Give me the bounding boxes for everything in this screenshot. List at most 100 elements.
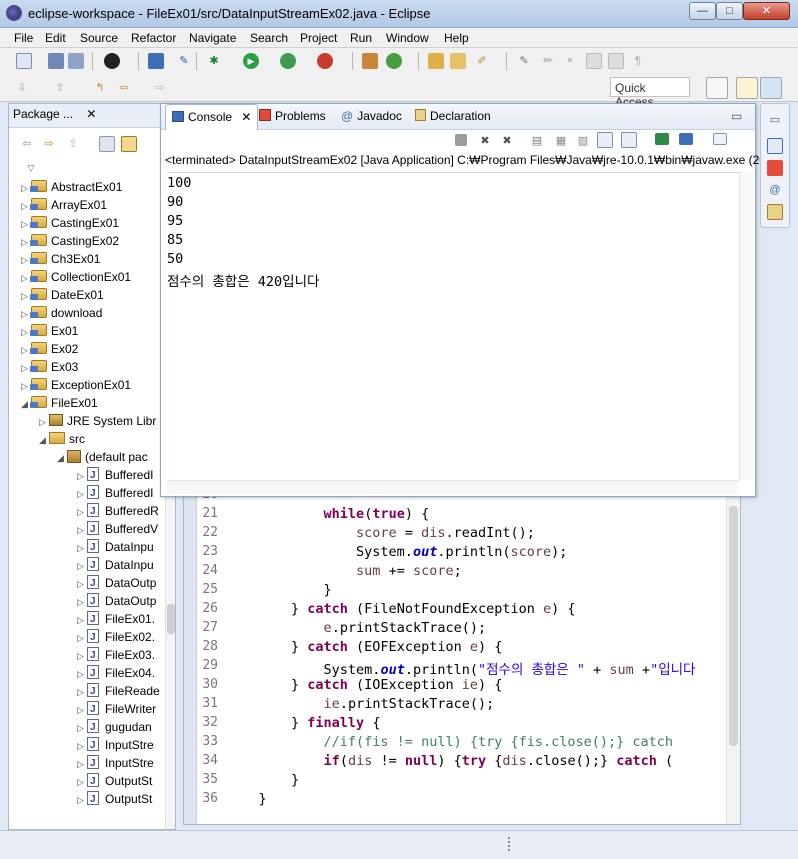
tab-javadoc[interactable]: @ Javadoc: [341, 109, 402, 123]
tree-item[interactable]: ▷ DataOutp: [77, 574, 156, 593]
console-horizontal-scrollbar[interactable]: [167, 480, 739, 494]
minimize-view-icon[interactable]: ▭: [731, 109, 742, 123]
collapsed-arrow-icon[interactable]: ▷: [77, 683, 87, 701]
tree-item[interactable]: ▷ DataInpu: [77, 538, 154, 557]
clear-console-icon[interactable]: ▤: [529, 133, 545, 149]
close-button[interactable]: ✕: [743, 2, 790, 20]
edit-icon[interactable]: ✏: [540, 53, 556, 69]
view-menu-icon[interactable]: ▽: [23, 160, 39, 176]
collapsed-arrow-icon[interactable]: ▷: [77, 485, 87, 503]
tree-item[interactable]: ▷ FileReade: [77, 682, 160, 701]
problems-icon[interactable]: [767, 160, 783, 176]
menu-window[interactable]: Window: [386, 31, 429, 45]
forward-icon[interactable]: ⇨: [41, 136, 57, 152]
tree-item[interactable]: ▷ OutputSt: [77, 772, 152, 791]
show-whitespace-icon[interactable]: ¶: [630, 53, 646, 69]
tree-item[interactable]: ▷ InputStre: [77, 736, 154, 755]
remove-all-launches-icon[interactable]: ✖: [499, 133, 515, 149]
collapsed-arrow-icon[interactable]: ▷: [77, 467, 87, 485]
tree-item[interactable]: ▷ Ex03: [21, 358, 78, 376]
code-line[interactable]: sum += score;: [226, 563, 462, 579]
collapsed-arrow-icon[interactable]: ▷: [77, 557, 87, 575]
code-line[interactable]: while(true) {: [226, 506, 430, 522]
pin-console-icon[interactable]: [655, 133, 669, 145]
tree-item[interactable]: ▷ FileEx04.: [77, 664, 155, 683]
menu-file[interactable]: File: [14, 31, 33, 45]
tree-item[interactable]: ▷ OutputSt: [77, 790, 152, 809]
scroll-lock-icon[interactable]: ▦: [553, 133, 569, 149]
last-edit-location-icon[interactable]: ↰: [92, 80, 108, 96]
open-console-icon[interactable]: [713, 133, 727, 145]
java-ee-perspective-icon[interactable]: [736, 77, 758, 99]
open-type-icon[interactable]: [428, 53, 444, 69]
menu-run[interactable]: Run: [350, 31, 372, 45]
external-tools-icon[interactable]: [317, 53, 333, 69]
close-icon[interactable]: ✕: [86, 107, 96, 121]
menu-navigate[interactable]: Navigate: [189, 31, 236, 45]
code-line[interactable]: if(dis != null) {try {dis.close();} catc…: [226, 753, 674, 769]
code-line[interactable]: System.out.println("점수의 총합은 " + sum +"입니…: [226, 658, 696, 678]
close-icon[interactable]: ✕: [241, 110, 251, 124]
profile-icon[interactable]: [104, 53, 120, 69]
collapsed-arrow-icon[interactable]: ▷: [77, 647, 87, 665]
show-on-stdout-icon[interactable]: [597, 132, 613, 148]
menu-refactor[interactable]: Refactor: [131, 31, 176, 45]
back-icon[interactable]: ⇦: [19, 136, 35, 152]
declaration-icon[interactable]: [767, 204, 783, 220]
menu-project[interactable]: Project: [300, 31, 337, 45]
tree-item[interactable]: ▷ FileEx01.: [77, 610, 155, 629]
tree-item[interactable]: ◢ (default pac: [57, 448, 148, 466]
code-line[interactable]: //if(fis != null) {try {fis.close();} ca…: [226, 734, 674, 750]
tree-item[interactable]: ▷ gugudan: [77, 718, 152, 737]
terminate-icon[interactable]: [455, 134, 467, 146]
tree-item[interactable]: ▷ download: [21, 304, 102, 322]
collapsed-arrow-icon[interactable]: ▷: [77, 539, 87, 557]
tree-item[interactable]: ▷ BufferedR: [77, 502, 159, 521]
tree-item[interactable]: ▷ CastingEx01: [21, 214, 119, 232]
minimize-button[interactable]: —: [689, 2, 716, 20]
block-selection-icon[interactable]: [586, 53, 602, 69]
tree-item[interactable]: ◢ FileEx01: [21, 394, 98, 412]
collapsed-arrow-icon[interactable]: ▷: [77, 629, 87, 647]
debug-icon[interactable]: ✱: [206, 53, 222, 69]
open-perspective-icon[interactable]: [706, 77, 728, 99]
forward-icon[interactable]: ⇨: [152, 80, 168, 96]
menu-source[interactable]: Source: [80, 31, 118, 45]
console-output[interactable]: 100 90 95 85 50 점수의 총합은 420입니다: [167, 172, 739, 480]
tree-item[interactable]: ▷ Ch3Ex01: [21, 250, 100, 268]
collapsed-arrow-icon[interactable]: ▷: [77, 773, 87, 791]
terminal-icon[interactable]: [148, 53, 164, 69]
new-java-class-icon[interactable]: [386, 53, 402, 69]
tree-item[interactable]: ▷ Ex02: [21, 340, 78, 358]
tab-package-explorer[interactable]: Package ... ✕: [13, 107, 96, 121]
tree-item[interactable]: ▷ DateEx01: [21, 286, 104, 304]
quick-access-input[interactable]: Quick Access: [610, 77, 690, 109]
coverage-icon[interactable]: [280, 53, 296, 69]
menu-help[interactable]: Help: [444, 31, 469, 45]
console-vertical-scrollbar[interactable]: [739, 172, 753, 480]
collapsed-arrow-icon[interactable]: ▷: [77, 701, 87, 719]
code-line[interactable]: }: [226, 791, 267, 807]
pin-icon[interactable]: ✎: [176, 53, 192, 69]
collapse-all-icon[interactable]: [99, 136, 115, 152]
editor-scrollbar[interactable]: [726, 496, 740, 824]
collapsed-arrow-icon[interactable]: ▷: [77, 611, 87, 629]
display-console-icon[interactable]: [679, 133, 693, 145]
save-icon[interactable]: [48, 53, 64, 69]
save-all-icon[interactable]: [68, 53, 84, 69]
menu-search[interactable]: Search: [250, 31, 288, 45]
collapsed-arrow-icon[interactable]: ▷: [77, 665, 87, 683]
run-icon[interactable]: ▶: [243, 53, 259, 69]
collapsed-arrow-icon[interactable]: ▷: [77, 521, 87, 539]
collapsed-arrow-icon[interactable]: ▷: [39, 413, 49, 431]
code-line[interactable]: } catch (FileNotFoundException e) {: [226, 601, 576, 617]
show-on-stderr-icon[interactable]: [621, 132, 637, 148]
tree-item[interactable]: ▷ CastingEx02: [21, 232, 119, 250]
package-explorer-scrollbar[interactable]: [165, 494, 175, 829]
tree-item[interactable]: ▷ BufferedV: [77, 520, 158, 539]
tree-item[interactable]: ▷ DataInpu: [77, 556, 154, 575]
search-icon[interactable]: ✐: [474, 53, 490, 69]
tree-item[interactable]: ▷ DataOutp: [77, 592, 156, 611]
restore-icon[interactable]: ▭: [767, 112, 783, 128]
annotation-icon[interactable]: ✎: [516, 53, 532, 69]
